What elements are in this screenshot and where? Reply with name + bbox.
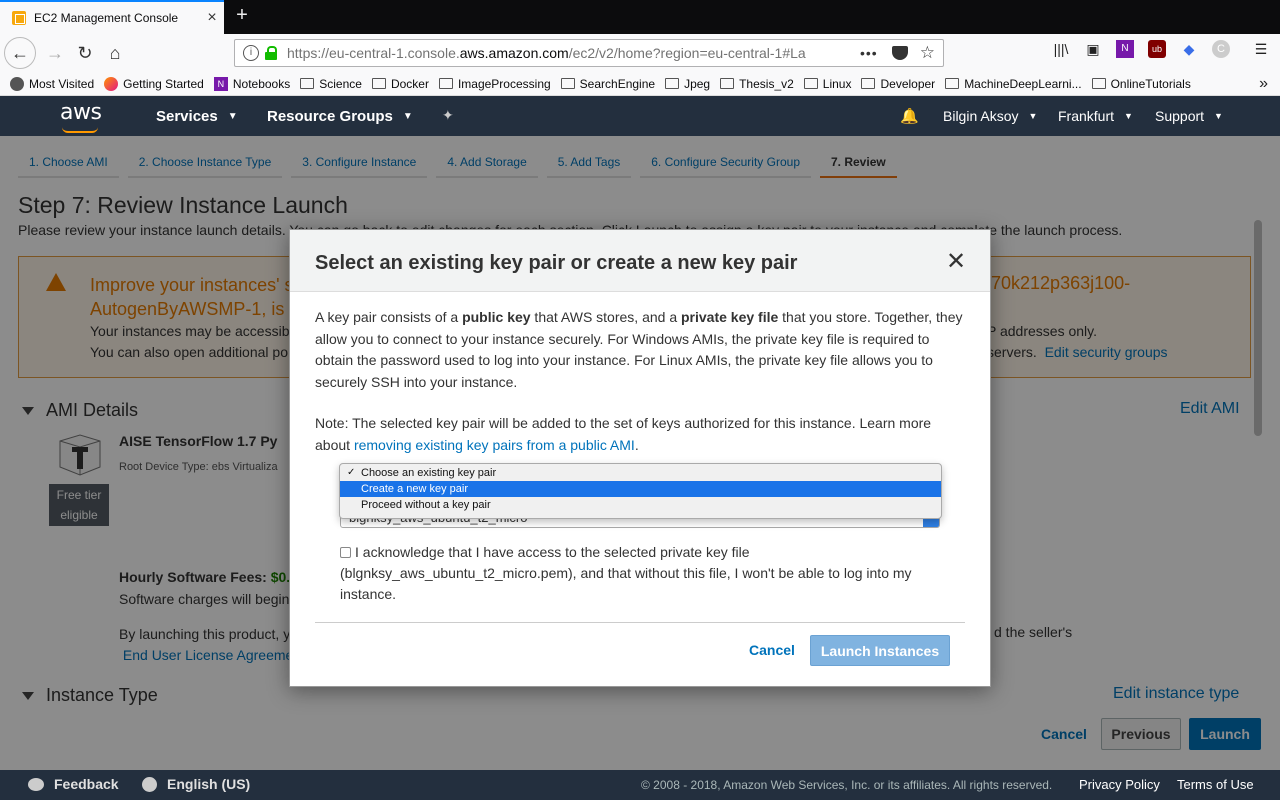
- url-bar[interactable]: i https://eu-central-1.console.aws.amazo…: [234, 39, 944, 67]
- aws-footer: Feedback English (US) © 2008 - 2018, Ama…: [0, 770, 1280, 800]
- home-icon[interactable]: ⌂: [100, 38, 130, 68]
- folder-icon: [945, 78, 960, 89]
- key-pair-dialog: Select an existing key pair or create a …: [289, 229, 991, 687]
- close-icon[interactable]: ✕: [944, 250, 968, 274]
- profile-icon[interactable]: C: [1212, 40, 1230, 58]
- key-pair-option-dropdown[interactable]: ✓ Choose an existing key pair Create a ne…: [339, 463, 942, 519]
- bookmark-item[interactable]: Docker: [371, 77, 429, 91]
- services-menu[interactable]: Services ▼: [156, 96, 238, 136]
- gear-icon: [10, 76, 24, 91]
- checkmark-icon: ✓: [347, 467, 356, 478]
- library-icon[interactable]: |||\: [1052, 40, 1070, 58]
- site-info-icon[interactable]: i: [243, 45, 259, 61]
- copyright: © 2008 - 2018, Amazon Web Services, Inc.…: [641, 778, 1053, 792]
- dialog-title: Select an existing key pair or create a …: [315, 252, 798, 274]
- chevron-down-icon: ▼: [227, 110, 238, 122]
- resource-groups-menu[interactable]: Resource Groups ▼: [267, 96, 413, 136]
- aws-favicon-icon: [12, 11, 26, 25]
- key-pair-explanation: A key pair consists of a public key that…: [315, 309, 963, 390]
- back-arrow-icon[interactable]: ←: [4, 37, 36, 69]
- sidebar-icon[interactable]: ▣: [1084, 40, 1102, 58]
- browser-tab[interactable]: EC2 Management Console ×: [0, 0, 224, 34]
- onenote-icon[interactable]: N: [1116, 40, 1134, 58]
- bookmark-item[interactable]: N Notebooks: [213, 76, 290, 91]
- support-menu[interactable]: Support ▼: [1155, 96, 1223, 136]
- bookmark-item[interactable]: Science: [300, 77, 362, 91]
- dialog-header: Select an existing key pair or create a …: [290, 230, 990, 292]
- language-selector[interactable]: English (US): [142, 776, 250, 792]
- folder-icon: [720, 78, 735, 89]
- acknowledge-checkbox[interactable]: [340, 547, 351, 558]
- menu-icon[interactable]: ☰: [1252, 40, 1270, 58]
- chevron-down-icon: ▼: [1214, 111, 1223, 121]
- folder-icon: [665, 78, 680, 89]
- lock-icon: [265, 46, 277, 60]
- pin-icon[interactable]: ✦: [442, 107, 458, 123]
- extension-icon[interactable]: ◆: [1180, 40, 1198, 58]
- bookmark-item[interactable]: OnlineTutorials: [1091, 77, 1191, 91]
- folder-icon: [1091, 78, 1106, 89]
- aws-header: aws Services ▼ Resource Groups ▼ ✦ 🔔 Bilgi…: [0, 96, 1280, 136]
- speech-bubble-icon: [28, 777, 44, 791]
- bookmark-item[interactable]: Linux: [803, 77, 851, 91]
- folder-icon: [803, 78, 818, 89]
- bookmarks-bar: Most Visited Getting Started N Notebooks …: [0, 72, 1280, 96]
- bookmark-item[interactable]: Jpeg: [665, 77, 710, 91]
- terms-of-use-link[interactable]: Terms of Use: [1177, 777, 1254, 792]
- url-text: https://eu-central-1.console.aws.amazon.…: [287, 45, 806, 61]
- key-pair-note: Note: The selected key pair will be adde…: [315, 415, 932, 453]
- dialog-divider: [315, 622, 965, 623]
- globe-icon: [142, 776, 157, 792]
- acknowledge-row: I acknowledge that I have access to the …: [340, 542, 940, 605]
- dropdown-option-proceed-without[interactable]: Proceed without a key pair: [340, 497, 941, 513]
- bookmarks-overflow-icon[interactable]: »: [1259, 75, 1268, 93]
- bookmark-item[interactable]: Getting Started: [104, 76, 204, 91]
- bookmark-item[interactable]: MachineDeepLearni...: [945, 77, 1082, 91]
- browser-tab-bar: EC2 Management Console × +: [0, 0, 1280, 34]
- bookmark-item[interactable]: SearchEngine: [560, 77, 655, 91]
- tab-close-icon[interactable]: ×: [200, 9, 224, 27]
- bell-icon[interactable]: 🔔: [900, 107, 919, 125]
- pocket-icon[interactable]: [891, 46, 908, 60]
- launch-instances-button[interactable]: Launch Instances: [810, 635, 950, 666]
- bookmark-item[interactable]: ImageProcessing: [438, 77, 551, 91]
- new-tab-icon[interactable]: +: [230, 4, 254, 28]
- user-menu[interactable]: Bilgin Aksoy ▼: [943, 96, 1037, 136]
- feedback-link[interactable]: Feedback: [28, 776, 119, 792]
- folder-icon: [300, 78, 315, 89]
- aws-logo[interactable]: aws: [60, 100, 102, 133]
- region-menu[interactable]: Frankfurt ▼: [1058, 96, 1133, 136]
- browser-nav-bar: ← → ↻ ⌂ i https://eu-central-1.console.a…: [0, 34, 1280, 72]
- folder-icon: [438, 78, 453, 89]
- dropdown-option-create-new[interactable]: Create a new key pair: [340, 481, 941, 497]
- bookmark-item[interactable]: Thesis_v2: [720, 77, 794, 91]
- bookmark-item[interactable]: Developer: [861, 77, 935, 91]
- folder-icon: [560, 78, 575, 89]
- ublock-icon[interactable]: ub: [1148, 40, 1166, 58]
- tab-title: EC2 Management Console: [34, 11, 179, 25]
- forward-arrow-icon[interactable]: →: [40, 38, 70, 68]
- onenote-icon: N: [213, 76, 228, 91]
- bookmark-star-icon[interactable]: ☆: [920, 43, 935, 63]
- privacy-policy-link[interactable]: Privacy Policy: [1079, 777, 1160, 792]
- bookmark-item[interactable]: Most Visited: [10, 76, 94, 91]
- dropdown-option-existing[interactable]: ✓ Choose an existing key pair: [340, 465, 941, 481]
- firefox-icon: [104, 76, 119, 91]
- dialog-cancel-button[interactable]: Cancel: [749, 642, 795, 658]
- folder-icon: [371, 78, 386, 89]
- remove-key-pairs-link[interactable]: removing existing key pairs from a publi…: [354, 437, 635, 453]
- chevron-down-icon: ▼: [1124, 111, 1133, 121]
- folder-icon: [861, 78, 876, 89]
- page-actions-icon[interactable]: •••: [860, 45, 878, 61]
- chevron-down-icon: ▼: [402, 110, 413, 122]
- reload-icon[interactable]: ↻: [70, 38, 100, 68]
- chevron-down-icon: ▼: [1028, 111, 1038, 121]
- acknowledge-label: I acknowledge that I have access to the …: [340, 544, 912, 602]
